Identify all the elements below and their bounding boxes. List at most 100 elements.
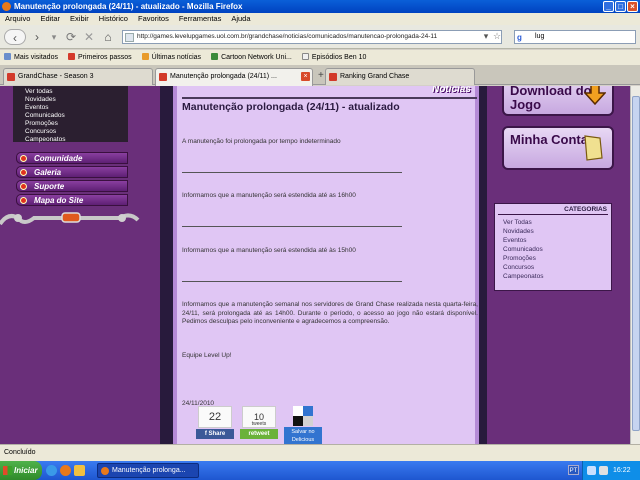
history-dropdown-icon[interactable]: ▾ xyxy=(48,29,60,45)
menu-bar: Arquivo Editar Exibir Histórico Favorito… xyxy=(0,13,640,25)
scroll-document-icon xyxy=(584,135,603,161)
home-button[interactable]: ⌂ xyxy=(100,29,116,45)
tab-manutencao[interactable]: Manutenção prolongada (24/11) ... × xyxy=(155,68,313,86)
article-paragraph: A manutenção foi prolongada por tempo in… xyxy=(182,138,341,145)
article-header: Notícias xyxy=(177,86,475,102)
forward-button[interactable]: › xyxy=(30,29,44,45)
left-nav-item[interactable]: Ver todas xyxy=(25,88,128,96)
bookmark-cartoon-network[interactable]: Cartoon Network Uni... xyxy=(211,50,292,65)
url-text: http://games.levelupgames.uol.com.br/gra… xyxy=(137,33,438,40)
right-sidebar: Download do Jogo Minha Conta CATEGORIAS … xyxy=(487,86,630,444)
left-nav-item[interactable]: Novidades xyxy=(25,96,128,104)
scrollbar-thumb[interactable] xyxy=(632,96,640,431)
back-button[interactable]: ‹ xyxy=(4,29,26,45)
menu-exibir[interactable]: Exibir xyxy=(70,13,89,25)
language-indicator[interactable]: PT xyxy=(568,465,579,475)
category-link[interactable]: Ver Todas xyxy=(503,218,543,227)
new-tab-icon[interactable]: + xyxy=(318,70,324,81)
tab-favicon xyxy=(7,73,15,81)
tab-grandchase-season3[interactable]: GrandChase - Season 3 xyxy=(3,68,153,85)
left-nav-item[interactable]: Comunicados xyxy=(25,112,128,120)
divider xyxy=(182,281,402,282)
category-link[interactable]: Concursos xyxy=(503,263,543,272)
category-link[interactable]: Promoções xyxy=(503,254,543,263)
facebook-share-count: 22 xyxy=(198,406,232,428)
article-title: Manutenção prolongada (24/11) - atualiza… xyxy=(182,101,400,113)
minha-conta-button[interactable]: Minha Conta xyxy=(502,126,614,170)
bookmark-star-icon[interactable]: ☆ xyxy=(492,28,502,44)
bullet-icon xyxy=(20,155,27,162)
folder-icon[interactable] xyxy=(74,465,85,476)
bookmark-ultimas-noticias[interactable]: Últimas notícias xyxy=(141,50,201,65)
tweetmeme-widget: 10 tweets retweet xyxy=(240,406,278,439)
download-arrow-icon xyxy=(584,86,606,106)
close-tab-icon[interactable]: × xyxy=(301,72,310,81)
status-text: Concluído xyxy=(4,449,36,456)
suporte-button[interactable]: Suporte xyxy=(16,180,128,192)
minimize-button[interactable]: _ xyxy=(603,1,614,12)
start-button[interactable]: Iniciar xyxy=(0,461,42,480)
facebook-share-widget: 22 f Share xyxy=(196,406,234,439)
menu-historico[interactable]: Histórico xyxy=(99,13,128,25)
network-icon[interactable] xyxy=(587,466,596,475)
menu-ajuda[interactable]: Ajuda xyxy=(231,13,250,25)
bookmark-episodios-ben10[interactable]: Episódios Ben 10 xyxy=(301,50,366,65)
decorative-frame-ornament xyxy=(0,212,140,226)
vertical-scrollbar[interactable] xyxy=(630,86,640,444)
clock[interactable]: 16:22 xyxy=(613,467,631,474)
categories-box: CATEGORIAS Ver Todas Novidades Eventos C… xyxy=(494,203,612,291)
article-paragraph: Informamos que a manutenção semanal nos … xyxy=(182,301,478,325)
title-divider xyxy=(182,97,477,99)
category-link[interactable]: Campeonatos xyxy=(503,272,543,281)
firefox-icon xyxy=(2,2,11,11)
close-window-button[interactable]: × xyxy=(627,1,638,12)
delicious-widget: Salvar no Delicious xyxy=(284,406,322,444)
section-title: Notícias xyxy=(432,86,471,95)
tab-ranking[interactable]: Ranking Grand Chase xyxy=(325,68,475,85)
media-player-icon[interactable] xyxy=(60,465,71,476)
search-value: lug xyxy=(535,33,545,40)
retweet-button[interactable]: retweet xyxy=(240,429,278,439)
maximize-button[interactable]: □ xyxy=(615,1,626,12)
facebook-share-button[interactable]: f Share xyxy=(196,429,234,439)
left-nav-item[interactable]: Concursos xyxy=(25,128,128,136)
search-input[interactable]: g lug xyxy=(514,30,636,44)
article-signature: Equipe Level Up! xyxy=(182,352,232,359)
comunidade-button[interactable]: Comunidade xyxy=(16,152,128,164)
category-link[interactable]: Novidades xyxy=(503,227,543,236)
category-link[interactable]: Comunicados xyxy=(503,245,543,254)
categories-divider xyxy=(498,214,608,215)
menu-favoritos[interactable]: Favoritos xyxy=(138,13,169,25)
categories-title: CATEGORIAS xyxy=(564,206,607,213)
bookmarks-toolbar: Mais visitados Primeiros passos Últimas … xyxy=(0,50,640,65)
download-game-button[interactable]: Download do Jogo xyxy=(502,86,614,116)
stop-button[interactable]: ✕ xyxy=(82,29,96,45)
ie-icon[interactable] xyxy=(46,465,57,476)
tab-favicon xyxy=(159,73,167,81)
left-nav-item[interactable]: Campeonatos xyxy=(25,136,128,144)
site-identity-icon[interactable] xyxy=(125,33,134,42)
left-nav-list: Ver todas Novidades Eventos Comunicados … xyxy=(13,86,128,144)
categories-list: Ver Todas Novidades Eventos Comunicados … xyxy=(503,218,543,281)
url-bar[interactable]: http://games.levelupgames.uol.com.br/gra… xyxy=(122,30,502,44)
save-delicious-button[interactable]: Salvar no Delicious xyxy=(284,427,322,444)
left-nav-item[interactable]: Promoções xyxy=(25,120,128,128)
cartoon-network-icon xyxy=(211,53,219,60)
url-dropdown-icon[interactable]: ▾ xyxy=(481,28,491,44)
bookmark-primeiros-passos[interactable]: Primeiros passos xyxy=(67,50,132,65)
window-controls: _ □ × xyxy=(603,1,638,12)
windows-logo-icon xyxy=(3,466,12,475)
windows-taskbar: Iniciar Manutenção prolonga... PT 16:22 xyxy=(0,461,640,480)
left-nav-item[interactable]: Eventos xyxy=(25,104,128,112)
galeria-button[interactable]: Galeria xyxy=(16,166,128,178)
menu-editar[interactable]: Editar xyxy=(40,13,60,25)
firefox-icon xyxy=(101,467,109,475)
menu-arquivo[interactable]: Arquivo xyxy=(5,13,30,25)
volume-icon[interactable] xyxy=(599,466,608,475)
bookmark-mais-visitados[interactable]: Mais visitados xyxy=(4,50,58,65)
menu-ferramentas[interactable]: Ferramentas xyxy=(179,13,222,25)
reload-button[interactable]: ⟳ xyxy=(64,29,78,45)
category-link[interactable]: Eventos xyxy=(503,236,543,245)
firefox-bookmark-icon xyxy=(67,53,75,60)
taskbar-firefox-window[interactable]: Manutenção prolonga... xyxy=(97,463,199,478)
